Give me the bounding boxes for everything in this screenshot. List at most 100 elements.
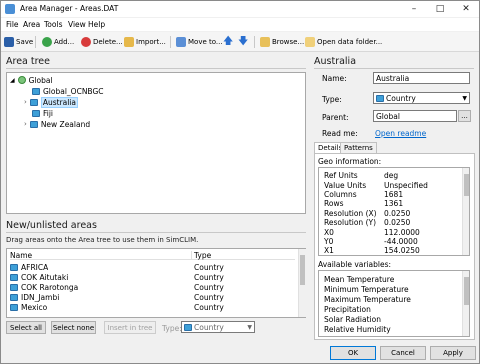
geo-info-list: Ref Units deg Value Units Unspecified Column… [318, 167, 470, 256]
select-none-button[interactable]: Select none [51, 321, 96, 334]
toolbar-separator [254, 36, 255, 48]
geo-value: 154.0250 [384, 246, 420, 256]
insert-in-tree-button[interactable]: Insert in tree [104, 321, 156, 334]
minimize-button[interactable]: – [401, 1, 427, 17]
geo-key: Y0 [324, 236, 334, 246]
open-readme-link[interactable]: Open readme [375, 129, 426, 138]
maximize-button[interactable]: □ [427, 1, 453, 17]
select-all-button[interactable]: Select all [6, 321, 46, 334]
folder-icon [29, 98, 38, 106]
list-item[interactable]: Relative Humidity [324, 324, 461, 334]
row-name: COK Aitutaki [10, 273, 191, 282]
scrollbar[interactable] [462, 168, 469, 255]
list-item: Value Units Unspecified [324, 180, 461, 190]
geo-value: 112.0000 [384, 227, 420, 237]
new-areas-header: New/unlisted areas [6, 220, 97, 231]
geo-value: -44.0000 [384, 236, 418, 246]
tree-item-australia[interactable]: › Australia [24, 96, 78, 108]
import-icon [124, 37, 134, 47]
list-item: X1 154.0250 [324, 246, 461, 255]
geo-key: X0 [324, 227, 334, 237]
new-area-type-select[interactable]: Country ▼ [181, 321, 255, 333]
geo-key: Rows [324, 199, 344, 209]
row-name-text: IDN_Jambi [21, 292, 60, 302]
table-row[interactable]: AFRICA Country [10, 262, 295, 272]
area-tree[interactable]: ◢ Global Global_OCNBGC › Australia Fiji … [6, 72, 306, 214]
scrollbar-thumb[interactable] [464, 277, 469, 305]
row-name-text: COK Rarotonga [21, 282, 79, 292]
row-type: Country [194, 292, 224, 302]
delete-button[interactable]: Delete... [81, 35, 123, 49]
apply-button[interactable]: Apply [430, 346, 476, 360]
move-down-button[interactable]: 🡇 [238, 35, 248, 49]
tree-item-global[interactable]: ◢ Global [10, 75, 53, 85]
geo-value: Unspecified [384, 180, 428, 190]
type-label: Type: [162, 324, 182, 333]
add-button[interactable]: Add... [42, 35, 74, 49]
list-item[interactable]: Maximum Temperature [324, 294, 461, 304]
table-row[interactable]: Mexico Country [10, 302, 295, 312]
move-icon [176, 37, 186, 47]
title-bar: Area Manager - Areas.DAT – □ ✕ [1, 1, 479, 17]
cancel-button[interactable]: Cancel [380, 346, 426, 360]
browse-button[interactable]: Browse... [260, 35, 304, 49]
readme-label: Read me: [322, 129, 358, 138]
scrollbar-thumb[interactable] [300, 255, 305, 285]
divider [314, 68, 474, 69]
add-icon [42, 37, 52, 47]
tree-item-new-zealand[interactable]: › New Zealand [24, 119, 90, 129]
available-variables-label: Available variables: [318, 260, 392, 269]
delete-icon [81, 37, 91, 47]
folder-icon [29, 120, 38, 128]
save-button[interactable]: Save [4, 35, 33, 49]
menu-bar: File Area Tools View Help [1, 18, 479, 31]
move-up-button[interactable]: 🡅 [223, 35, 233, 49]
list-item[interactable]: Solar Radiation [324, 314, 461, 324]
list-item[interactable]: Minimum Temperature [324, 284, 461, 294]
row-name: COK Rarotonga [10, 283, 191, 292]
name-field[interactable]: Australia [373, 72, 470, 84]
row-name: Mexico [10, 303, 191, 312]
import-button[interactable]: Import... [124, 35, 166, 49]
folder-icon [10, 293, 18, 301]
table-header: Name Type [10, 250, 295, 260]
row-type: Country [194, 282, 224, 292]
list-item[interactable]: Precipitation [324, 304, 461, 314]
close-button[interactable]: ✕ [453, 1, 479, 17]
save-icon [4, 37, 14, 47]
column-type-header[interactable]: Type [191, 250, 291, 260]
scrollbar[interactable] [298, 249, 306, 317]
folder-icon [10, 283, 18, 291]
variables-rows: Mean Temperature Minimum Temperature Maxim… [324, 274, 461, 334]
menu-view[interactable]: View [68, 20, 86, 29]
table-row[interactable]: COK Aitutaki Country [10, 272, 295, 282]
menu-area[interactable]: Area [23, 20, 40, 29]
open-data-folder-button[interactable]: Open data folder... [305, 35, 382, 49]
new-areas-table: Name Type AFRICA Country COK Aitutaki Count… [6, 248, 306, 318]
type-select[interactable]: Country ▼ [373, 92, 470, 104]
toolbar: Save Add... Delete... Import... Move to.… [1, 32, 479, 52]
move-to-button[interactable]: Move to... [176, 35, 223, 49]
scrollbar-thumb[interactable] [464, 174, 469, 196]
new-areas-rows: AFRICA Country COK Aitutaki Country COK Raro… [10, 262, 295, 312]
tree-item-fiji[interactable]: Fiji [32, 108, 53, 118]
parent-field[interactable]: Global [373, 110, 457, 122]
ok-button[interactable]: OK [330, 346, 376, 360]
list-item[interactable]: Mean Temperature [324, 274, 461, 284]
table-row[interactable]: IDN_Jambi Country [10, 292, 295, 302]
scrollbar[interactable] [462, 271, 469, 336]
tab-patterns[interactable]: Patterns [340, 142, 377, 153]
column-name-header[interactable]: Name [10, 251, 191, 260]
parent-browse-button[interactable]: ... [458, 110, 471, 122]
menu-tools[interactable]: Tools [44, 20, 62, 29]
geo-key: Ref Units [324, 171, 358, 181]
geo-value: 1361 [384, 199, 404, 209]
geo-key: Resolution (Y) [324, 218, 377, 228]
menu-file[interactable]: File [6, 20, 19, 29]
row-name: IDN_Jambi [10, 293, 191, 302]
table-row[interactable]: COK Rarotonga Country [10, 282, 295, 292]
menu-help[interactable]: Help [88, 20, 105, 29]
geo-value: deg [384, 171, 399, 181]
tree-item-global-ocnbgc[interactable]: Global_OCNBGC [32, 86, 104, 96]
variables-list[interactable]: Mean Temperature Minimum Temperature Maxim… [318, 270, 470, 337]
